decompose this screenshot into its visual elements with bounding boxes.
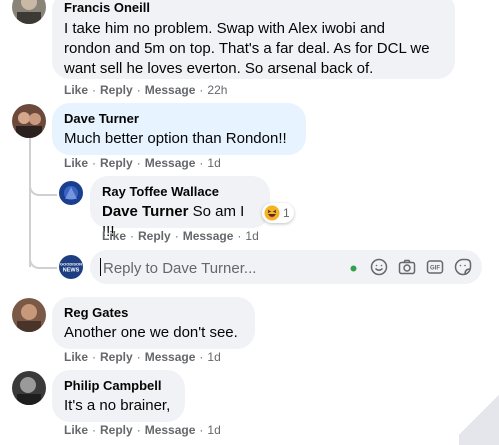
comment-bubble: Philip Campbell It's a no brainer, bbox=[52, 370, 185, 422]
comment-author[interactable]: Francis Oneill bbox=[64, 0, 443, 16]
comment-timestamp[interactable]: 1d bbox=[207, 156, 220, 170]
emoji-icon[interactable] bbox=[369, 257, 389, 277]
page-avatar: GOODISON NEWS bbox=[59, 255, 83, 279]
avatar[interactable] bbox=[12, 298, 46, 332]
page-corner-shadow bbox=[459, 385, 499, 445]
comment-text: Much better option than Rondon!! bbox=[64, 130, 287, 147]
comment-actions: Like · Reply · Message · 22h bbox=[64, 83, 228, 97]
reply-link[interactable]: Reply bbox=[100, 83, 133, 97]
comment-text: Another one we don't see. bbox=[64, 324, 238, 341]
like-link[interactable]: Like bbox=[102, 229, 126, 243]
reply-link[interactable]: Reply bbox=[100, 423, 133, 437]
message-link[interactable]: Message bbox=[145, 156, 196, 170]
comment-actions: Like · Reply · Message · 1d bbox=[64, 156, 221, 170]
reply-link[interactable]: Reply bbox=[100, 156, 133, 170]
svg-text:NEWS: NEWS bbox=[63, 268, 80, 274]
haha-emoji-icon bbox=[264, 205, 280, 221]
reply-actions: Like · Reply · Message · 1d bbox=[102, 229, 259, 243]
mention-link[interactable]: Dave Turner bbox=[102, 203, 188, 220]
comment-actions: Like · Reply · Message · 1d bbox=[64, 350, 221, 364]
comment-timestamp[interactable]: 1d bbox=[207, 423, 220, 437]
avatar[interactable] bbox=[12, 104, 46, 138]
reply-author[interactable]: Ray Toffee Wallace bbox=[102, 184, 258, 200]
reply-bubble: Ray Toffee Wallace Dave Turner So am I !… bbox=[90, 176, 270, 240]
comment-text: I take him no problem. Swap with Alex iw… bbox=[64, 20, 385, 37]
svg-text:GIF: GIF bbox=[430, 266, 440, 272]
like-link[interactable]: Like bbox=[64, 83, 88, 97]
gif-icon[interactable]: GIF bbox=[425, 257, 445, 277]
comment-actions: Like · Reply · Message · 1d bbox=[64, 423, 221, 437]
reply-timestamp[interactable]: 1d bbox=[245, 229, 258, 243]
reply-link[interactable]: Reply bbox=[138, 229, 171, 243]
comment-text: want sell he loves everton. So arsenal b… bbox=[64, 60, 374, 77]
avatar[interactable] bbox=[59, 181, 83, 205]
comment-author[interactable]: Reg Gates bbox=[64, 305, 243, 321]
reaction-badge[interactable]: 1 bbox=[262, 203, 294, 223]
reply-input[interactable] bbox=[101, 257, 345, 279]
svg-text:GOODISON: GOODISON bbox=[60, 262, 82, 267]
sticker-icon[interactable] bbox=[453, 257, 473, 277]
like-link[interactable]: Like bbox=[64, 423, 88, 437]
message-link[interactable]: Message bbox=[145, 423, 196, 437]
message-link[interactable]: Message bbox=[145, 83, 196, 97]
like-link[interactable]: Like bbox=[64, 156, 88, 170]
like-link[interactable]: Like bbox=[64, 350, 88, 364]
reaction-count: 1 bbox=[283, 206, 290, 220]
comment-author[interactable]: Philip Campbell bbox=[64, 378, 173, 394]
avatar[interactable] bbox=[12, 0, 46, 24]
message-link[interactable]: Message bbox=[183, 229, 234, 243]
comment-bubble: Francis Oneill I take him no problem. Sw… bbox=[52, 0, 455, 79]
comment-author[interactable]: Dave Turner bbox=[64, 111, 294, 127]
avatar[interactable] bbox=[12, 371, 46, 405]
comment-bubble: Dave Turner Much better option than Rond… bbox=[52, 103, 306, 155]
camera-icon[interactable] bbox=[397, 257, 417, 277]
comment-timestamp[interactable]: 1d bbox=[207, 350, 220, 364]
thread-connector bbox=[29, 170, 57, 196]
reply-composer: GIF bbox=[90, 250, 482, 284]
comment-timestamp[interactable]: 22h bbox=[207, 83, 227, 97]
comment-text: It's a no brainer, bbox=[64, 397, 171, 414]
reply-link[interactable]: Reply bbox=[100, 350, 133, 364]
message-link[interactable]: Message bbox=[145, 350, 196, 364]
comment-bubble: Reg Gates Another one we don't see. bbox=[52, 297, 255, 349]
online-dot-icon bbox=[350, 265, 357, 272]
thread-connector bbox=[29, 245, 57, 269]
comment-text: rondon and 5m on top. That's a far deal.… bbox=[64, 40, 430, 57]
